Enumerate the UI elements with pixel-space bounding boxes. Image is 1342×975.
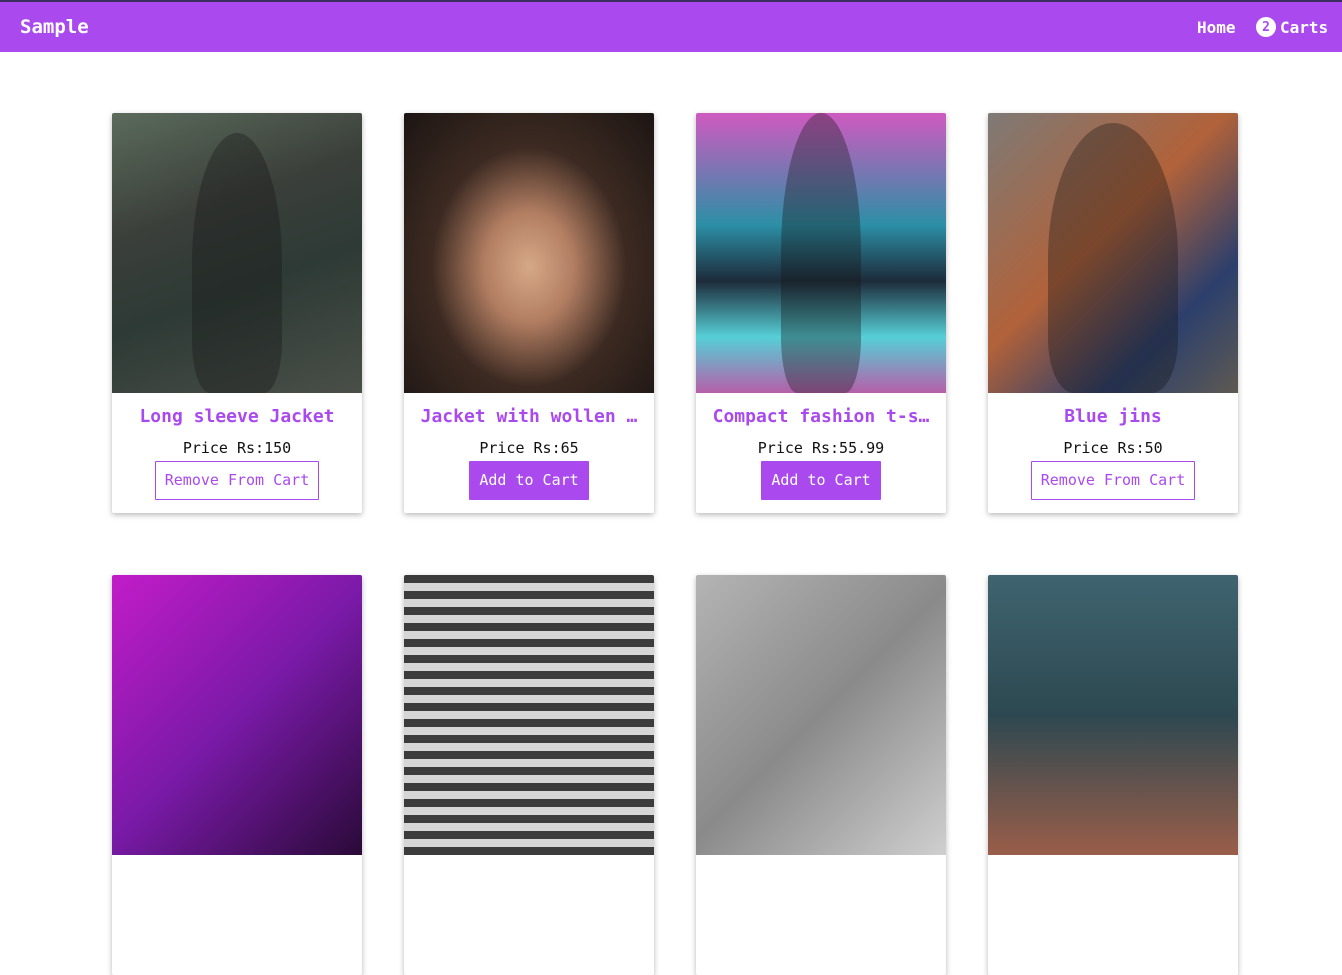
- product-image: [696, 575, 946, 855]
- remove-from-cart-button[interactable]: Remove From Cart: [154, 461, 320, 500]
- remove-from-cart-button[interactable]: Remove From Cart: [1030, 461, 1196, 500]
- cart-count-badge: 2: [1256, 17, 1276, 37]
- product-card: Compact fashion t-s… Price Rs:55.99 Add …: [696, 113, 946, 513]
- product-image: [112, 113, 362, 393]
- product-card: [112, 575, 362, 975]
- product-card: Blue jins Price Rs:50 Remove From Cart: [988, 113, 1238, 513]
- product-price: Price Rs:55.99: [757, 439, 885, 457]
- product-title: Blue jins: [1064, 406, 1162, 427]
- product-card: [404, 575, 654, 975]
- product-image: [988, 575, 1238, 855]
- product-image: [988, 113, 1238, 393]
- brand-logo[interactable]: Sample: [20, 16, 89, 38]
- navbar: Sample Home 2 Carts: [0, 2, 1342, 52]
- product-card: Jacket with wollen … Price Rs:65 Add to …: [404, 113, 654, 513]
- nav-home-link[interactable]: Home: [1197, 18, 1236, 37]
- product-card: [696, 575, 946, 975]
- add-to-cart-button[interactable]: Add to Cart: [469, 461, 589, 500]
- product-price: Price Rs:65: [479, 439, 579, 457]
- nav-cart-label: Carts: [1280, 17, 1329, 37]
- product-card: Long sleeve Jacket Price Rs:150 Remove F…: [112, 113, 362, 513]
- product-price: Price Rs:50: [1063, 439, 1163, 457]
- product-card: [988, 575, 1238, 975]
- product-image: [404, 113, 654, 393]
- product-image: [404, 575, 654, 855]
- product-image: [696, 113, 946, 393]
- product-image: [112, 575, 362, 855]
- nav-cart-link[interactable]: 2 Carts: [1256, 17, 1328, 37]
- product-price: Price Rs:150: [182, 439, 292, 457]
- product-title: Compact fashion t-s…: [712, 406, 930, 427]
- product-title: Long sleeve Jacket: [139, 406, 335, 427]
- add-to-cart-button[interactable]: Add to Cart: [761, 461, 881, 500]
- product-title: Jacket with wollen …: [420, 406, 638, 427]
